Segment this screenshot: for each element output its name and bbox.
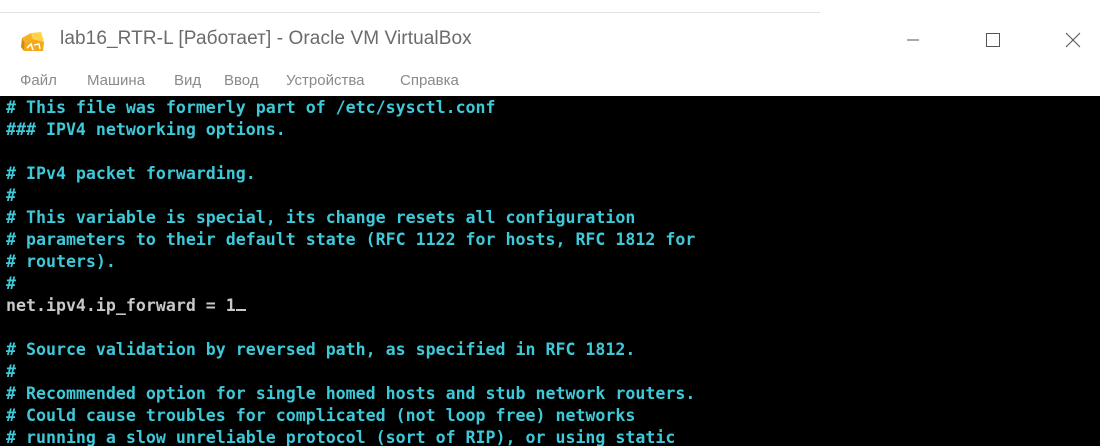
console-line: # (6, 186, 16, 205)
menu-bar: Файл Машина Вид Ввод Устройства Справка (0, 68, 1100, 96)
console-line: # routers). (6, 252, 116, 271)
console-line: ### IPV4 networking options. (6, 120, 286, 139)
console-line: # running a slow unreliable protocol (so… (6, 428, 676, 446)
console-line: # Source validation by reversed path, as… (6, 340, 636, 359)
ip-forward-setting: net.ipv4.ip_forward = 1 (6, 296, 236, 315)
console-setting-line: net.ipv4.ip_forward = 1 (6, 296, 246, 316)
menu-item-help[interactable]: Справка (400, 72, 459, 89)
console-line: # IPv4 packet forwarding. (6, 164, 256, 183)
window-title: lab16_RTR-L [Работает] - Oracle VM Virtu… (60, 28, 472, 49)
close-button[interactable] (1050, 22, 1096, 58)
menu-item-machine[interactable]: Машина (87, 72, 145, 89)
virtualbox-window: lab16_RTR-L [Работает] - Oracle VM Virtu… (0, 0, 1100, 446)
maximize-button[interactable] (970, 22, 1016, 58)
text-cursor (235, 309, 246, 311)
vm-console-screen[interactable]: # This file was formerly part of /etc/sy… (0, 96, 1100, 446)
console-line: # Could cause troubles for complicated (… (6, 406, 636, 425)
maximize-icon (986, 33, 1000, 47)
menu-item-input[interactable]: Ввод (224, 72, 259, 89)
console-line: # (6, 362, 16, 381)
console-line: # parameters to their default state (RFC… (6, 230, 696, 249)
console-line: # This variable is special, its change r… (6, 208, 636, 227)
console-line: # (6, 274, 16, 293)
menu-item-view[interactable]: Вид (174, 72, 201, 89)
virtualbox-app-icon (19, 30, 47, 54)
menu-item-devices[interactable]: Устройства (286, 72, 364, 89)
minimize-button[interactable] (890, 22, 936, 58)
console-line: # Recommended option for single homed ho… (6, 384, 696, 403)
console-line: # This file was formerly part of /etc/sy… (6, 98, 496, 117)
title-bar[interactable]: lab16_RTR-L [Работает] - Oracle VM Virtu… (0, 14, 1100, 68)
minimize-icon (907, 39, 919, 41)
menu-item-file[interactable]: Файл (20, 72, 57, 89)
window-top-edge (0, 0, 1100, 14)
close-icon (1065, 32, 1081, 48)
